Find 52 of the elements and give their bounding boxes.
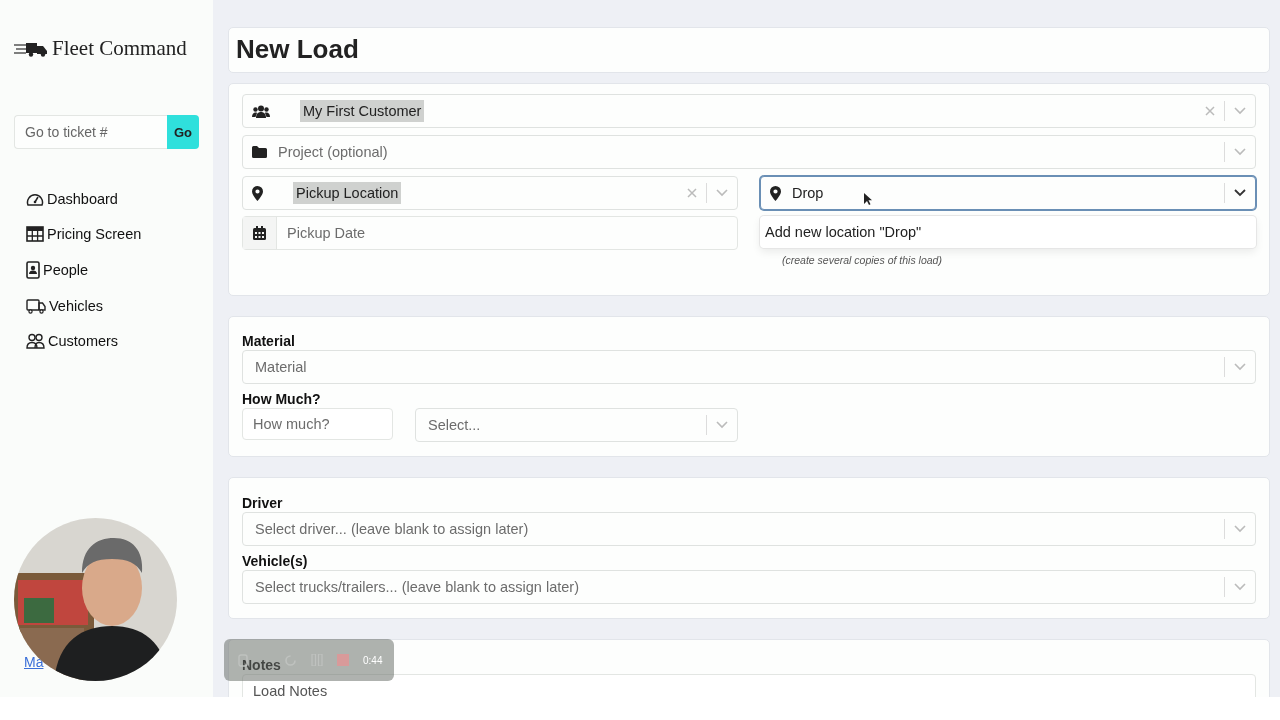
copies-hint: (create several copies of this load) (782, 254, 942, 266)
placeholder-text: Project (optional) (277, 143, 389, 162)
selected-value: Pickup Location (293, 182, 402, 204)
mouse-pointer-icon (864, 193, 872, 205)
id-badge-icon (26, 261, 40, 279)
field-label: Material (242, 333, 295, 349)
recording-time: 0:44 (363, 654, 383, 666)
calendar-icon (253, 226, 266, 240)
nav-link[interactable]: Vehicles (26, 298, 199, 314)
gauge-icon (26, 191, 44, 207)
page-title: New Load (236, 35, 360, 63)
chevron-down-icon[interactable] (1234, 189, 1246, 197)
nav-link[interactable]: Customers (26, 333, 199, 349)
select-field[interactable]: My First Customer (242, 94, 1256, 128)
select-field[interactable]: Pickup Location (242, 176, 738, 210)
select-field[interactable]: Select... (415, 408, 738, 442)
placeholder-text: Select... (427, 416, 482, 435)
truck-icon (26, 298, 46, 314)
nav-link[interactable]: People (26, 261, 199, 279)
typed-value: Drop (791, 184, 825, 203)
placeholder-text: Select driver... (leave blank to assign later) (254, 520, 530, 539)
select-field[interactable]: Project (optional) (242, 135, 1256, 169)
select-field[interactable]: Select driver... (leave blank to assign later) (242, 512, 1256, 546)
field-label: Notes (242, 657, 281, 673)
selected-value: My First Customer (300, 100, 425, 122)
menu-option[interactable]: Add new location "Drop" (765, 224, 1251, 240)
users-icon (252, 104, 270, 118)
brand-name: Fleet Command (52, 36, 187, 61)
quantity-field[interactable]: How much? (242, 408, 393, 440)
field-label: Vehicle(s) (242, 553, 308, 569)
select-field[interactable]: Select trucks/trailers... (leave blank to assign later) (242, 570, 1256, 604)
clear-icon[interactable] (1205, 106, 1215, 116)
select-field[interactable]: Material (242, 350, 1256, 384)
clear-icon[interactable] (687, 188, 697, 198)
table-icon (26, 226, 44, 242)
field-label: How Much? (242, 391, 321, 407)
truck-logo-icon (14, 40, 50, 57)
placeholder-text: Material (254, 358, 308, 377)
go-button[interactable]: Go (167, 115, 199, 149)
map-pin-icon (770, 185, 781, 201)
stop-icon[interactable] (337, 654, 349, 666)
nav-link[interactable]: Dashboard (26, 191, 199, 207)
ticket-search-field[interactable]: Go to ticket # (14, 115, 167, 149)
field-label: Driver (242, 495, 283, 511)
footer-link[interactable]: Ma (24, 654, 44, 670)
nav-link[interactable]: Pricing Screen (26, 226, 199, 242)
notes-field[interactable]: Load Notes (242, 674, 1256, 697)
map-pin-icon (252, 185, 263, 201)
placeholder-text: Select trucks/trailers... (leave blank to assign later) (254, 578, 580, 597)
folder-icon (252, 146, 267, 158)
people-icon (26, 333, 45, 349)
location-input[interactable]: Drop (760, 176, 1256, 210)
